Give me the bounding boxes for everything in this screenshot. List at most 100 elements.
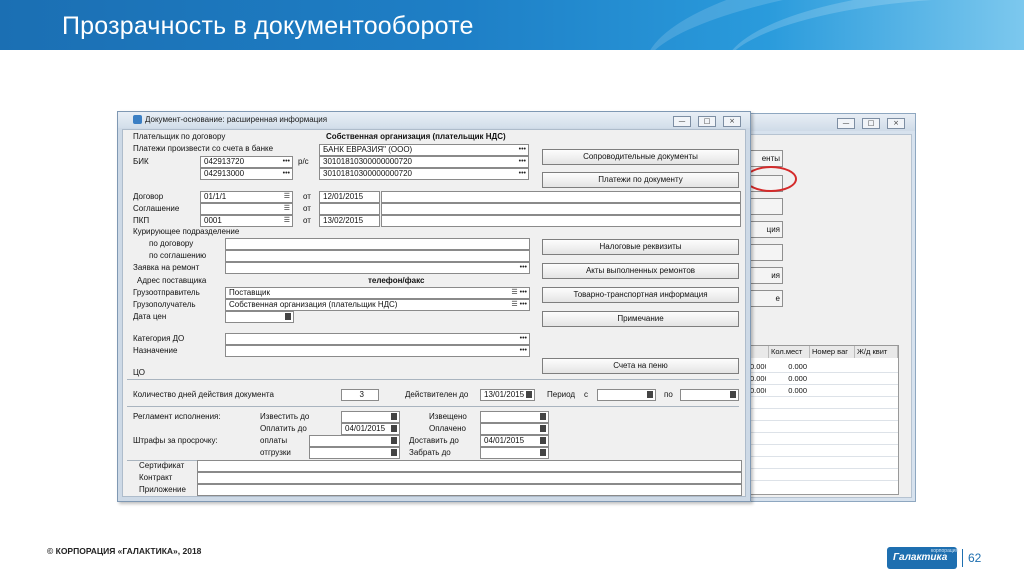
ellipsis-icon[interactable]: •••: [520, 263, 527, 273]
certificate-field[interactable]: [197, 460, 742, 472]
ellipsis-icon[interactable]: •••: [519, 145, 526, 155]
dialog-body: Плательщик по договору Собственная орган…: [122, 129, 746, 497]
calendar-icon[interactable]: [540, 425, 546, 432]
bg-button[interactable]: [749, 198, 783, 215]
payer-value: Собственная организация (плательщик НДС): [326, 132, 506, 141]
table-row-line: [750, 456, 898, 457]
calendar-icon[interactable]: [540, 437, 546, 444]
calendar-icon[interactable]: [730, 391, 736, 398]
period-from-field[interactable]: [597, 389, 656, 401]
list-icon[interactable]: ☰: [284, 192, 290, 202]
bg-button[interactable]: енты: [749, 150, 783, 167]
note-button[interactable]: Примечание: [542, 311, 739, 327]
payment-penalty-field[interactable]: [309, 435, 400, 447]
calendar-icon[interactable]: [391, 425, 397, 432]
by-contract-field[interactable]: [225, 238, 530, 250]
contract2-field[interactable]: [197, 472, 742, 484]
restore-icon[interactable]: □: [862, 118, 880, 129]
agreement-extra-field[interactable]: [381, 203, 741, 215]
calendar-icon[interactable]: [391, 449, 397, 456]
close-icon[interactable]: ×: [723, 116, 741, 127]
notify-by-field[interactable]: [341, 411, 400, 423]
bik-field[interactable]: 042913720 •••: [200, 156, 293, 168]
minimize-icon[interactable]: —: [673, 116, 691, 127]
separator: [127, 406, 739, 407]
ellipsis-icon[interactable]: •••: [520, 346, 527, 356]
list-icon[interactable]: ☰ •••: [511, 288, 527, 298]
bik-label: БИК: [133, 157, 149, 166]
ellipsis-icon[interactable]: •••: [519, 157, 526, 167]
certificate-label: Сертификат: [139, 461, 185, 470]
pkp-field[interactable]: 0001 ☰: [200, 215, 293, 227]
valid-until-label: Действителен до: [405, 390, 469, 399]
bg-button[interactable]: ия: [749, 267, 783, 284]
bg-table[interactable]: Кол.мест Номер ваг Ж/д квит 0.000 0.000 …: [749, 345, 899, 495]
period-label: Период: [547, 390, 576, 399]
calendar-icon[interactable]: [647, 391, 653, 398]
restore-icon[interactable]: □: [698, 116, 716, 127]
table-header: Ж/д квит: [855, 346, 898, 358]
tax-details-button[interactable]: Налоговые реквизиты: [542, 239, 739, 255]
agreement-field[interactable]: ☰: [200, 203, 293, 215]
repair-request-field[interactable]: •••: [225, 262, 530, 274]
from-label: от: [303, 204, 311, 213]
accompanying-docs-button[interactable]: Сопроводительные документы: [542, 149, 739, 165]
pkp-extra-field[interactable]: [381, 215, 741, 227]
consignee-field[interactable]: Собственная организация (плательщик НДС)…: [225, 299, 530, 311]
table-row-line: [750, 420, 898, 421]
minimize-icon[interactable]: —: [837, 118, 855, 129]
table-header: Номер ваг: [810, 346, 855, 358]
bg-button[interactable]: е: [749, 290, 783, 307]
bg-button[interactable]: [749, 244, 783, 261]
list-icon[interactable]: ☰: [284, 216, 290, 226]
days-field[interactable]: 3: [341, 389, 379, 401]
bg-button[interactable]: ция: [749, 221, 783, 238]
contract-extra-field[interactable]: [381, 191, 741, 203]
list-icon[interactable]: ☰: [284, 204, 290, 214]
shipper-value: Поставщик: [229, 288, 271, 297]
consignee-label: Грузополучатель: [133, 300, 196, 309]
appendix-field[interactable]: [197, 484, 742, 496]
bank-field[interactable]: БАНК ЕВРАЗИЯ" (ООО) •••: [319, 144, 529, 156]
price-date-field[interactable]: [225, 311, 294, 323]
from-label: от: [303, 216, 311, 225]
valid-until-field[interactable]: 13/01/2015: [480, 389, 535, 401]
payments-by-doc-button[interactable]: Платежи по документу: [542, 172, 739, 188]
deliver-by-field[interactable]: 04/01/2015: [480, 435, 549, 447]
calendar-icon[interactable]: [391, 413, 397, 420]
do-category-label: Категория ДО: [133, 334, 185, 343]
pkp-date-field[interactable]: 13/02/2015: [319, 215, 380, 227]
list-icon[interactable]: ☰ •••: [511, 300, 527, 310]
consignee-value: Собственная организация (плательщик НДС): [229, 300, 398, 309]
close-icon[interactable]: ×: [887, 118, 905, 129]
agreement-date-field[interactable]: [319, 203, 380, 215]
shipper-field[interactable]: Поставщик ☰ •••: [225, 287, 530, 299]
ellipsis-icon[interactable]: •••: [519, 169, 526, 179]
calendar-icon[interactable]: [285, 313, 291, 320]
notified-field[interactable]: [480, 411, 549, 423]
pickup-by-field[interactable]: [480, 447, 549, 459]
calendar-icon[interactable]: [540, 413, 546, 420]
transport-info-button[interactable]: Товарно-транспортная информация: [542, 287, 739, 303]
rs-field[interactable]: 30101810300000000720 •••: [319, 156, 529, 168]
calendar-icon[interactable]: [540, 449, 546, 456]
ellipsis-icon[interactable]: •••: [283, 169, 290, 179]
invoices-button[interactable]: Счета на пеню: [542, 358, 739, 374]
ellipsis-icon[interactable]: •••: [520, 334, 527, 344]
do-category-field[interactable]: •••: [225, 333, 530, 345]
calendar-icon[interactable]: [391, 437, 397, 444]
rs-field-2[interactable]: 30101810300000000720 •••: [319, 168, 529, 180]
paid-field[interactable]: [480, 423, 549, 435]
bik-field-2[interactable]: 042913000 •••: [200, 168, 293, 180]
contract-date-field[interactable]: 12/01/2015: [319, 191, 380, 203]
shipment-penalty-field[interactable]: [309, 447, 400, 459]
calendar-icon[interactable]: [526, 391, 532, 398]
purpose-field[interactable]: •••: [225, 345, 530, 357]
pay-by-field[interactable]: 04/01/2015: [341, 423, 400, 435]
ellipsis-icon[interactable]: •••: [283, 157, 290, 167]
period-to-label: по: [664, 390, 673, 399]
period-to-field[interactable]: [680, 389, 739, 401]
contract-field[interactable]: 01/1/1 ☰: [200, 191, 293, 203]
by-agreement-field[interactable]: [225, 250, 530, 262]
repair-acts-button[interactable]: Акты выполненных ремонтов: [542, 263, 739, 279]
